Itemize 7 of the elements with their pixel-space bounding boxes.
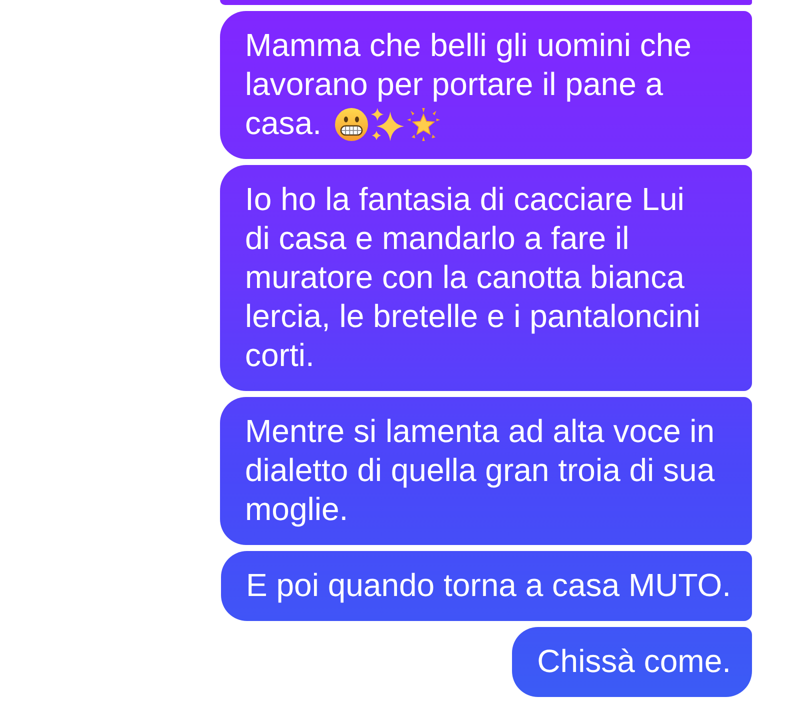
- sparkles-icon: [371, 108, 404, 141]
- message-text: Io ho la fantasia di cacciare Lui di casa e mandarlo a fare il muratore con la canotta bianca lercia, le bretelle e i pantaloncini corti.: [245, 181, 700, 373]
- message-text: E poi quando torna a casa MUTO.: [246, 567, 731, 603]
- glowing-star-icon: [407, 108, 440, 141]
- grimacing-face-icon: [335, 108, 368, 141]
- message-text: Mentre si lamenta ad alta voce in dialetto di quella gran troia di sua moglie.: [245, 413, 715, 527]
- message-text: Chissà come.: [537, 643, 731, 679]
